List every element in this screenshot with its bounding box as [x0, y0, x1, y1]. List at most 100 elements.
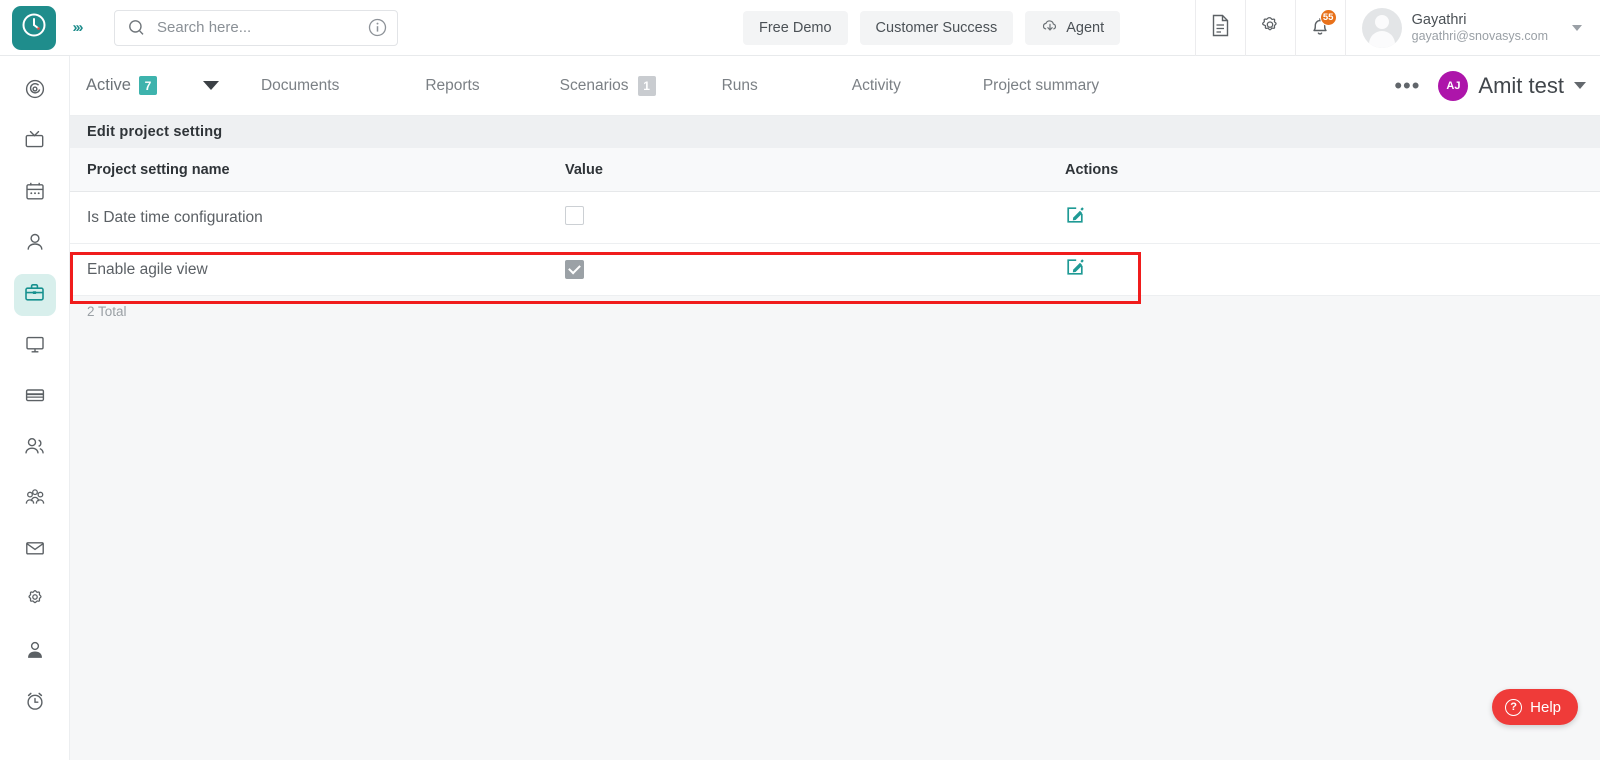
- project-avatar: AJ: [1438, 71, 1468, 101]
- setting-checkbox[interactable]: [565, 206, 584, 225]
- user-menu[interactable]: Gayathri gayathri@snovasys.com: [1345, 0, 1600, 56]
- search-input[interactable]: [157, 11, 357, 45]
- status-filter[interactable]: Active 7: [86, 76, 157, 95]
- setting-actions-cell: [1065, 257, 1485, 282]
- person-icon: [24, 231, 46, 258]
- tab-project-summary-label: Project summary: [983, 77, 1099, 95]
- header-right-icons: 55 Gayathri gayathri@snovasys.com: [1195, 0, 1600, 56]
- top-header: ››› Free Demo Custom: [0, 0, 1600, 56]
- column-header-name: Project setting name: [70, 162, 565, 178]
- search-icon: [115, 19, 157, 36]
- project-chevron-down-icon[interactable]: [1574, 82, 1586, 89]
- user-info: Gayathri gayathri@snovasys.com: [1412, 11, 1548, 45]
- user-email: gayathri@snovasys.com: [1412, 29, 1548, 45]
- info-circle-icon[interactable]: [357, 18, 397, 37]
- table-row[interactable]: Enable agile view: [70, 244, 1600, 296]
- mail-icon: [24, 537, 46, 564]
- document-icon: [1210, 14, 1231, 42]
- status-filter-caret-icon[interactable]: [203, 81, 219, 90]
- tab-scenarios[interactable]: Scenarios 1: [560, 56, 656, 116]
- setting-actions-cell: [1065, 205, 1485, 230]
- status-filter-label: Active: [86, 76, 131, 95]
- chevron-down-icon[interactable]: [1572, 25, 1582, 31]
- table-row[interactable]: Is Date time configuration: [70, 192, 1600, 244]
- project-nav-right: ••• AJ Amit test: [1394, 71, 1600, 101]
- sidebar-item-person[interactable]: [14, 223, 56, 265]
- sidebar-item-target[interactable]: [14, 70, 56, 112]
- target-icon: [24, 78, 46, 105]
- setting-name: Enable agile view: [70, 261, 565, 279]
- calendar-icon: [24, 180, 46, 207]
- column-header-value: Value: [565, 162, 1065, 178]
- setting-value-cell: [565, 260, 1065, 279]
- sidebar-item-alarm[interactable]: [14, 682, 56, 724]
- tab-activity-label: Activity: [852, 77, 901, 95]
- table-header-row: Project setting name Value Actions: [70, 148, 1600, 192]
- tab-project-summary[interactable]: Project summary: [983, 56, 1099, 116]
- cloud-download-icon: [1041, 17, 1059, 39]
- help-button[interactable]: ? Help: [1492, 689, 1578, 725]
- sidebar-item-card[interactable]: [14, 376, 56, 418]
- header-action-buttons: Free Demo Customer Success Agent: [743, 11, 1120, 45]
- search-box[interactable]: [114, 10, 398, 46]
- tab-activity[interactable]: Activity: [852, 56, 901, 116]
- project-nav-bar: Active 7 Documents Reports Scenarios 1 R…: [70, 56, 1600, 116]
- card-icon: [24, 384, 46, 411]
- clock-logo-icon: [21, 12, 47, 43]
- settings-icon-button[interactable]: [1245, 0, 1295, 56]
- project-settings-table: Project setting name Value Actions Is Da…: [70, 148, 1600, 296]
- tab-reports[interactable]: Reports: [425, 56, 479, 116]
- alarm-clock-icon: [24, 690, 46, 717]
- agent-button[interactable]: Agent: [1025, 11, 1120, 45]
- edit-pencil-icon[interactable]: [1065, 257, 1085, 277]
- tab-scenarios-label: Scenarios: [560, 77, 629, 95]
- help-label: Help: [1530, 699, 1561, 716]
- settings-gear-icon: [24, 588, 46, 615]
- main-content: Edit project setting Project setting nam…: [70, 116, 1600, 760]
- tv-icon: [23, 128, 46, 156]
- tab-runs[interactable]: Runs: [722, 56, 758, 116]
- user-avatar-icon: [1362, 8, 1402, 48]
- notification-count-badge: 55: [1320, 9, 1337, 26]
- sidebar-item-calendar[interactable]: [14, 172, 56, 214]
- edit-pencil-icon[interactable]: [1065, 205, 1085, 225]
- sidebar-item-tv[interactable]: [14, 121, 56, 163]
- tab-documents-label: Documents: [261, 77, 339, 95]
- customer-success-button[interactable]: Customer Success: [860, 11, 1014, 45]
- tab-reports-label: Reports: [425, 77, 479, 95]
- team-icon: [23, 486, 47, 513]
- app-root: ››› Free Demo Custom: [0, 0, 1600, 760]
- column-header-actions: Actions: [1065, 162, 1485, 178]
- sidebar-item-team[interactable]: [14, 478, 56, 520]
- tab-runs-label: Runs: [722, 77, 758, 95]
- free-demo-button[interactable]: Free Demo: [743, 11, 848, 45]
- row-total-label: 2 Total: [70, 296, 1600, 326]
- status-filter-count: 7: [139, 76, 157, 95]
- gear-icon: [1259, 14, 1281, 41]
- question-circle-icon: ?: [1505, 699, 1522, 716]
- sidebar-item-users[interactable]: [14, 427, 56, 469]
- sidebar-item-briefcase[interactable]: [14, 274, 56, 316]
- user-name: Gayathri: [1412, 11, 1548, 29]
- tab-documents[interactable]: Documents: [261, 56, 339, 116]
- project-name: Amit test: [1478, 73, 1564, 99]
- app-logo[interactable]: [12, 6, 56, 50]
- sidebar-item-settings[interactable]: [14, 580, 56, 622]
- more-options-button[interactable]: •••: [1394, 79, 1420, 92]
- sidebar-item-profile[interactable]: [14, 631, 56, 673]
- monitor-icon: [24, 333, 46, 360]
- chevrons-right-icon[interactable]: ›››: [62, 19, 92, 36]
- tab-scenarios-count: 1: [638, 76, 656, 96]
- document-icon-button[interactable]: [1195, 0, 1245, 56]
- setting-name: Is Date time configuration: [70, 209, 565, 227]
- sidebar-item-mail[interactable]: [14, 529, 56, 571]
- left-sidebar: [0, 56, 70, 760]
- panel-title: Edit project setting: [70, 116, 1600, 148]
- setting-checkbox[interactable]: [565, 260, 584, 279]
- notifications-button[interactable]: 55: [1295, 0, 1345, 56]
- profile-icon: [24, 639, 46, 666]
- sidebar-item-monitor[interactable]: [14, 325, 56, 367]
- free-demo-label: Free Demo: [759, 20, 832, 36]
- agent-label: Agent: [1066, 20, 1104, 36]
- setting-value-cell: [565, 206, 1065, 230]
